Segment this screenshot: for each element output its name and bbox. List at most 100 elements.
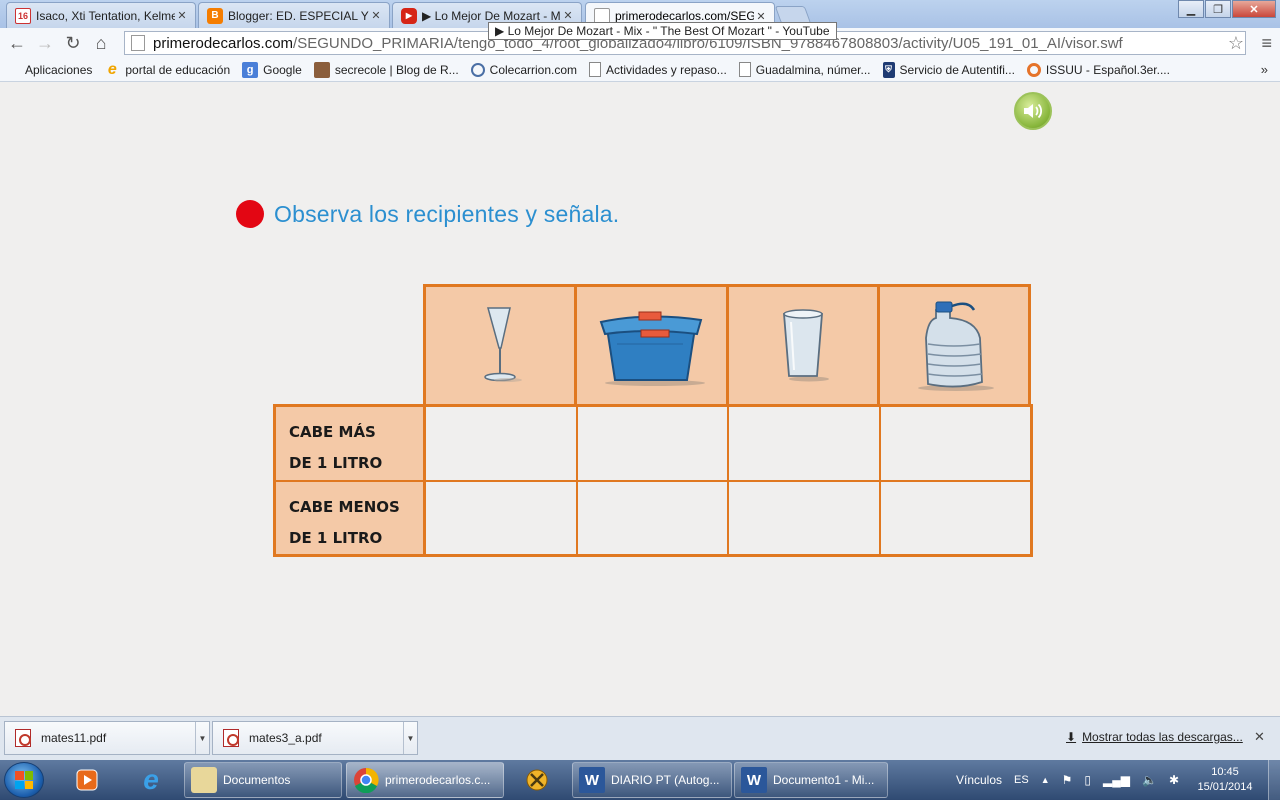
issuu-icon: [1026, 62, 1041, 77]
windows-logo-icon: [15, 771, 33, 789]
download-item[interactable]: mates3_a.pdf ▼: [212, 721, 418, 755]
tumbler-glass-icon: [782, 309, 829, 382]
bookmark-aplicaciones[interactable]: Aplicaciones: [6, 63, 92, 77]
bookmark-label: secrecole | Blog de R...: [334, 62, 459, 77]
clock-date: 15/01/2014: [1197, 781, 1253, 793]
tab-tooltip: ▶ Lo Mejor De Mozart - Mix - " The Best …: [488, 22, 837, 40]
restore-icon[interactable]: ❐: [1205, 0, 1231, 18]
bullet-icon: [236, 200, 264, 228]
bookmark-label: Aplicaciones: [25, 62, 93, 77]
answer-cell[interactable]: [426, 407, 578, 480]
bookmark-guadalmina[interactable]: Guadalmina, númer...: [738, 62, 871, 77]
row-label-line: CABE MÁS: [289, 423, 376, 441]
vinculos-toolbar[interactable]: Vínculos: [956, 773, 1002, 787]
home-icon[interactable]: ⌂: [87, 30, 115, 56]
container-cell: [426, 287, 578, 405]
answer-cell[interactable]: [729, 407, 881, 480]
bookmark-label: Actividades y repaso...: [606, 62, 727, 77]
action-center-flag-icon[interactable]: ⚑: [1062, 773, 1073, 787]
taskbar-word-diario[interactable]: W DIARIO PT (Autog...: [572, 762, 732, 798]
answer-cell[interactable]: [426, 481, 578, 554]
close-icon[interactable]: ✕: [1254, 729, 1265, 745]
minimize-icon[interactable]: ▁: [1178, 0, 1204, 18]
language-indicator[interactable]: ES: [1014, 774, 1029, 786]
reload-icon[interactable]: ↻: [59, 30, 87, 56]
gmail-icon: 16: [15, 7, 31, 24]
word-icon: W: [579, 767, 605, 793]
tools-icon[interactable]: [512, 763, 562, 797]
row-label-line: CABE MENOS: [289, 497, 400, 516]
url-host: primerodecarlos.com: [153, 34, 294, 52]
download-item[interactable]: mates11.pdf ▼: [4, 721, 210, 755]
window-close-icon[interactable]: ✕: [1232, 0, 1276, 18]
answer-cell[interactable]: [880, 481, 1030, 554]
tab-close-icon[interactable]: ✕: [369, 9, 383, 22]
tab-label: Isaco, Xti Tentation, Kelme: [36, 8, 175, 23]
menu-hamburger-icon[interactable]: ≡: [1261, 33, 1272, 54]
taskbar-documentos[interactable]: Documentos: [184, 762, 342, 798]
chevron-down-icon[interactable]: ▼: [195, 722, 209, 754]
back-arrow-icon[interactable]: ←: [3, 30, 31, 56]
chevron-down-icon[interactable]: ▼: [403, 722, 417, 754]
tab-label: Blogger: ED. ESPECIAL Y A: [228, 8, 369, 23]
bookmark-star-icon[interactable]: ☆: [1228, 33, 1244, 54]
system-tray: Vínculos ES ▲ ⚑ ▯ ▂▄▆ 🔈 ✱: [956, 760, 1191, 800]
network-signal-icon[interactable]: ▂▄▆: [1103, 773, 1130, 787]
bookmark-google[interactable]: g Google: [242, 61, 302, 78]
apps-grid-icon: [6, 63, 20, 77]
speaker-icon[interactable]: [1014, 92, 1052, 130]
show-all-label: Mostrar todas las descargas...: [1082, 730, 1243, 744]
tab-close-icon[interactable]: ✕: [175, 9, 189, 22]
tray-expand-icon[interactable]: ▲: [1041, 775, 1050, 785]
media-player-icon[interactable]: [62, 763, 112, 797]
tab-label: primerodecarlos.com/SEG: [615, 9, 754, 23]
answer-cell[interactable]: [729, 481, 881, 554]
battery-icon[interactable]: ▯: [1084, 773, 1091, 787]
tab-blogger[interactable]: B Blogger: ED. ESPECIAL Y A ✕: [198, 2, 390, 28]
start-button[interactable]: [4, 762, 44, 798]
answer-grid: CABE MÁS DE 1 LITRO CABE MENOS DE 1 LITR…: [273, 404, 1033, 557]
pdf-file-icon: [223, 729, 239, 747]
bookmark-portal-educacion[interactable]: e portal de educación: [104, 61, 231, 78]
internet-explorer-icon[interactable]: e: [126, 763, 176, 797]
bookmark-secrecole[interactable]: secrecole | Blog de R...: [313, 61, 459, 78]
container-cell: [577, 287, 729, 405]
answer-cell[interactable]: [880, 407, 1030, 480]
show-all-downloads-link[interactable]: ⬇ Mostrar todas las descargas...: [1066, 730, 1243, 744]
bookmark-actividades[interactable]: Actividades y repaso...: [589, 62, 727, 77]
bookmark-colecarrion[interactable]: Colecarrion.com: [470, 62, 577, 77]
taskbar-word-documento1[interactable]: W Documento1 - Mi...: [734, 762, 888, 798]
shield-icon: ⛨: [882, 61, 895, 78]
taskbar-label: Documentos: [223, 773, 291, 787]
network-status-icon[interactable]: ✱: [1169, 773, 1179, 787]
bookmarks-overflow-icon[interactable]: »: [1261, 62, 1268, 77]
system-clock[interactable]: 10:45 15/01/2014: [1192, 765, 1258, 795]
answer-cell[interactable]: [577, 407, 729, 480]
bookmark-issuu[interactable]: ISSUU - Español.3er....: [1026, 62, 1170, 77]
downloads-bar: mates11.pdf ▼ mates3_a.pdf ▼ ⬇ Mostrar t…: [0, 716, 1280, 760]
activity-page: Observa los recipientes y señala. CABE M…: [0, 82, 1280, 716]
row-label-line: DE 1 LITRO: [289, 454, 383, 472]
windows-taskbar: e Documentos primerodecarlos.c... W DIAR…: [0, 760, 1280, 800]
page-icon: [131, 35, 145, 51]
row-label-line: DE 1 LITRO: [289, 528, 383, 547]
bookmark-label: portal de educación: [125, 62, 231, 77]
colecarrion-icon: [470, 62, 485, 77]
containers-header-row: [423, 284, 1031, 405]
container-cell: [880, 287, 1028, 405]
answer-cell[interactable]: [577, 481, 729, 554]
taskbar-label: DIARIO PT (Autog...: [611, 773, 720, 787]
bookmark-servicio-autentificacion[interactable]: ⛨ Servicio de Autentifi...: [882, 61, 1015, 78]
tab-close-icon[interactable]: ✕: [561, 9, 575, 22]
forward-arrow-icon[interactable]: →: [31, 30, 59, 56]
taskbar-chrome[interactable]: primerodecarlos.c...: [346, 762, 504, 798]
page-icon: [738, 62, 751, 77]
download-arrow-icon: ⬇: [1066, 730, 1077, 744]
tab-gmail[interactable]: 16 Isaco, Xti Tentation, Kelme ✕: [6, 2, 196, 28]
google-icon: g: [242, 61, 259, 78]
tab-close-icon[interactable]: ✕: [754, 10, 768, 23]
volume-icon[interactable]: 🔈: [1142, 773, 1157, 787]
taskbar-label: primerodecarlos.c...: [385, 773, 491, 787]
secrecole-icon: [313, 61, 330, 78]
show-desktop-button[interactable]: [1268, 760, 1280, 800]
